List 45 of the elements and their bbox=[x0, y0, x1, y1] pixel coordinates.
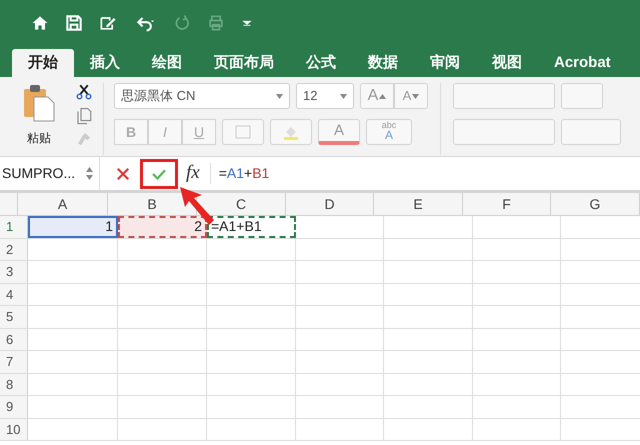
formula-text: =A1+B1 bbox=[210, 163, 270, 184]
save-icon[interactable] bbox=[64, 12, 84, 32]
scissors-icon[interactable] bbox=[74, 83, 92, 101]
column-header[interactable]: E bbox=[374, 193, 463, 215]
column-header[interactable]: F bbox=[463, 193, 551, 215]
copy-icon[interactable] bbox=[74, 107, 92, 125]
caret-icon[interactable] bbox=[340, 94, 347, 98]
row-header[interactable]: 8 bbox=[0, 374, 28, 395]
caret-icon[interactable] bbox=[276, 94, 283, 98]
paste-label: 粘贴 bbox=[27, 130, 51, 147]
table-cell[interactable]: 1 bbox=[28, 216, 118, 238]
ribbon-tab[interactable]: 公式 bbox=[290, 49, 352, 77]
font-size-field[interactable]: 12 bbox=[296, 83, 354, 109]
ribbon-tab[interactable]: 审阅 bbox=[414, 49, 476, 77]
row-header[interactable]: 9 bbox=[0, 396, 28, 418]
row-header[interactable]: 3 bbox=[0, 261, 28, 282]
ribbon-tab[interactable]: 页面布局 bbox=[198, 49, 290, 77]
ribbon-tab[interactable]: 插入 bbox=[74, 49, 136, 77]
row-header[interactable]: 10 bbox=[0, 418, 28, 440]
row-header[interactable]: 4 bbox=[0, 284, 28, 305]
ribbon-tab[interactable]: Acrobat bbox=[538, 49, 627, 77]
paint-bucket-icon bbox=[283, 124, 299, 140]
row-header[interactable]: 5 bbox=[0, 306, 28, 328]
row-header[interactable]: 7 bbox=[0, 351, 28, 372]
ribbon-tab[interactable]: 视图 bbox=[476, 49, 538, 77]
ribbon-tab[interactable]: 绘图 bbox=[136, 49, 198, 77]
caret-icon[interactable] bbox=[412, 94, 420, 98]
ribbon-tab[interactable]: 开始 bbox=[12, 49, 74, 77]
caret-icon[interactable] bbox=[379, 94, 386, 98]
column-header[interactable]: A bbox=[18, 193, 108, 215]
table-cell[interactable]: 2 bbox=[118, 216, 207, 238]
font-name-field[interactable]: 思源黑体 CN bbox=[114, 83, 290, 109]
ribbon-tab[interactable]: 数据 bbox=[352, 49, 414, 77]
column-header[interactable]: D bbox=[286, 193, 374, 215]
row-header[interactable]: 1 bbox=[0, 216, 28, 238]
fill-color-button[interactable] bbox=[270, 119, 312, 145]
confirm-button[interactable] bbox=[140, 158, 178, 188]
row-header[interactable]: 2 bbox=[0, 238, 28, 260]
borders-icon bbox=[235, 125, 251, 139]
editing-cell[interactable]: =A1+B1 bbox=[207, 216, 296, 238]
column-header[interactable]: G bbox=[551, 193, 640, 215]
function-button[interactable]: fx bbox=[186, 159, 200, 188]
clipboard-icon[interactable] bbox=[22, 83, 56, 123]
row-header[interactable]: 6 bbox=[0, 328, 28, 350]
name-box[interactable]: SUMPRO... bbox=[0, 157, 100, 190]
